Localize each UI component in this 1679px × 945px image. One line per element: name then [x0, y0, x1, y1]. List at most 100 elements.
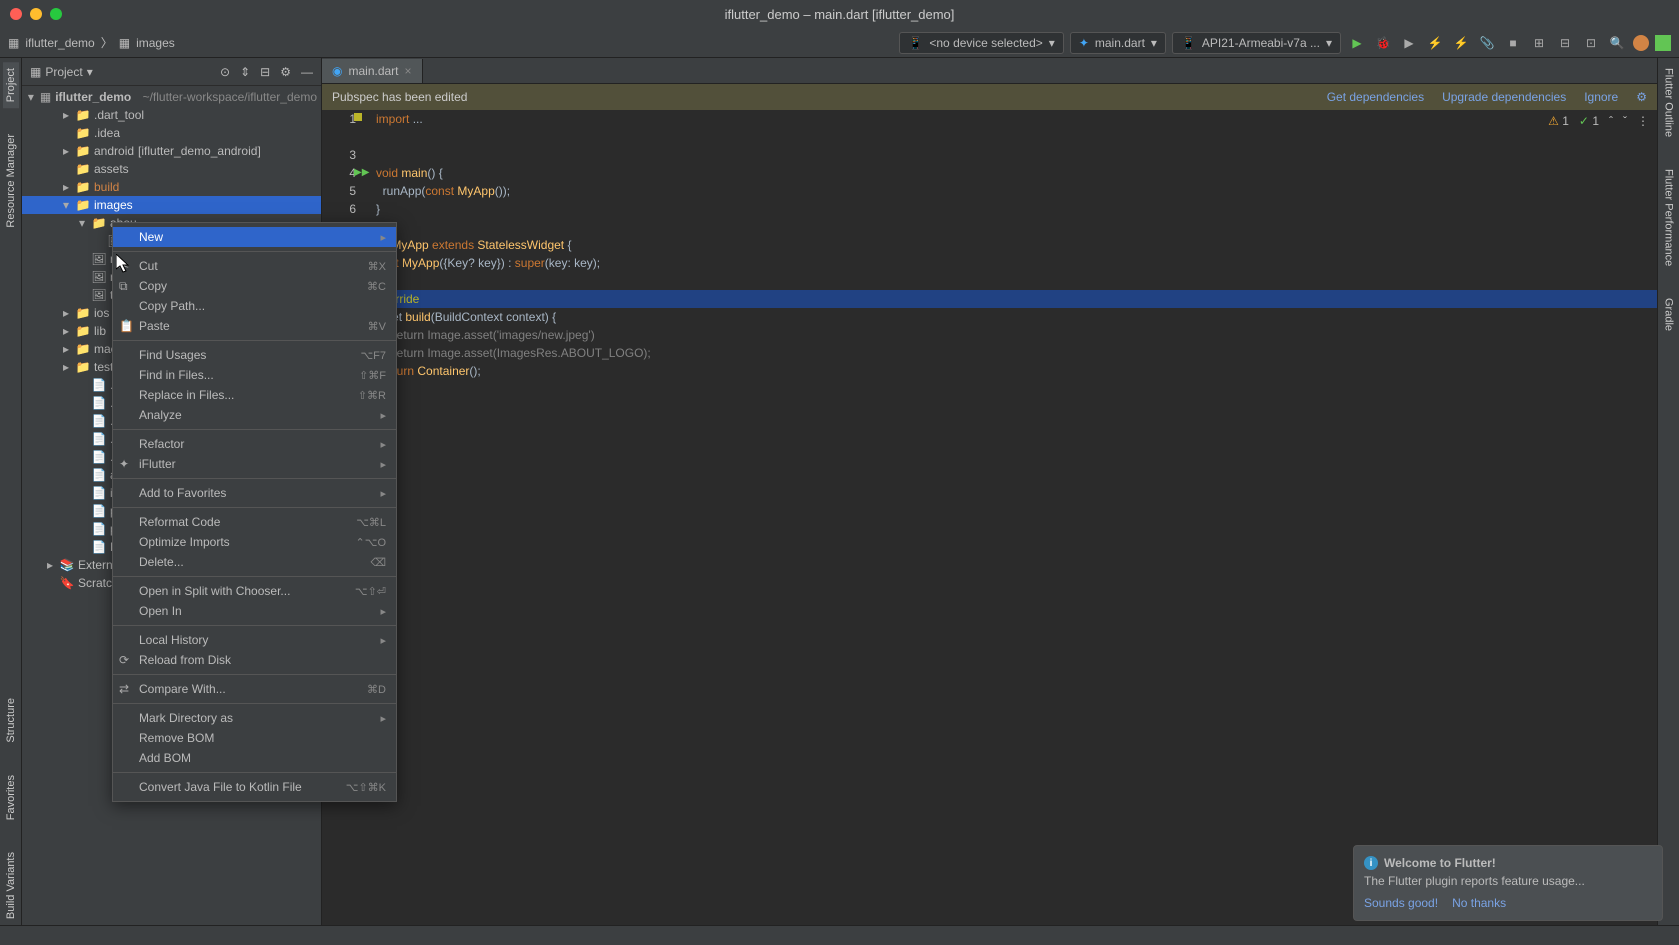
- icon2[interactable]: ⊟: [1555, 33, 1575, 53]
- menu-item[interactable]: Open In▸: [113, 601, 396, 621]
- expand-icon[interactable]: ⇕: [240, 65, 250, 79]
- menu-item[interactable]: Convert Java File to Kotlin File⌥⇧⌘K: [113, 777, 396, 797]
- phone-icon: 📱: [908, 36, 923, 50]
- toolbar: ▦ iflutter_demo 〉 ▦ images 📱 <no device …: [0, 28, 1679, 58]
- phone-icon: 📱: [1181, 36, 1196, 50]
- menu-item[interactable]: ⟳Reload from Disk: [113, 650, 396, 670]
- debug-icon[interactable]: 🐞: [1373, 33, 1393, 53]
- rail-favorites[interactable]: Favorites: [3, 769, 19, 826]
- breadcrumb-folder[interactable]: images: [136, 36, 175, 50]
- menu-item[interactable]: Delete...⌫: [113, 552, 396, 572]
- menu-item[interactable]: 📋Paste⌘V: [113, 316, 396, 336]
- menu-item[interactable]: Analyze▸: [113, 405, 396, 425]
- gear-icon[interactable]: ⚙: [280, 65, 291, 79]
- icon1[interactable]: ⊞: [1529, 33, 1549, 53]
- toolbar-right: 📱 <no device selected> ▾ ✦ main.dart ▾ 📱…: [899, 32, 1671, 54]
- icon3[interactable]: ⊡: [1581, 33, 1601, 53]
- tree-item[interactable]: ▸📁android [iflutter_demo_android]: [22, 142, 321, 160]
- menu-item[interactable]: New▸: [113, 227, 396, 247]
- end-icon[interactable]: [1655, 35, 1671, 51]
- menu-item[interactable]: Replace in Files...⇧⌘R: [113, 385, 396, 405]
- flutter-icon: ✦: [1079, 36, 1089, 50]
- project-icon: ▦: [30, 65, 41, 79]
- tree-item[interactable]: 📁.idea: [22, 124, 321, 142]
- get-deps-link[interactable]: Get dependencies: [1327, 90, 1424, 104]
- rail-structure[interactable]: Structure: [3, 692, 19, 749]
- tree-root[interactable]: ▾▦ iflutter_demo ~/flutter-workspace/ifl…: [22, 88, 321, 106]
- run-config-selector[interactable]: ✦ main.dart ▾: [1070, 32, 1166, 54]
- menu-item[interactable]: ✂Cut⌘X: [113, 256, 396, 276]
- menu-item[interactable]: Open in Split with Chooser...⌥⇧⏎: [113, 581, 396, 601]
- project-icon: ▦: [8, 36, 19, 50]
- menu-item[interactable]: Add to Favorites▸: [113, 483, 396, 503]
- menu-item[interactable]: Remove BOM: [113, 728, 396, 748]
- rail-outline[interactable]: Flutter Outline: [1661, 62, 1677, 143]
- maximize-icon[interactable]: [50, 8, 62, 20]
- menu-item[interactable]: Refactor▸: [113, 434, 396, 454]
- tree-item[interactable]: ▸📁build: [22, 178, 321, 196]
- collapse-icon[interactable]: ⊟: [260, 65, 270, 79]
- menu-item[interactable]: Reformat Code⌥⌘L: [113, 512, 396, 532]
- dart-icon: ◉: [332, 64, 342, 78]
- bottom-bar: [0, 925, 1679, 945]
- upgrade-deps-link[interactable]: Upgrade dependencies: [1442, 90, 1566, 104]
- rail-gradle[interactable]: Gradle: [1661, 292, 1677, 337]
- search-icon[interactable]: 🔍: [1607, 33, 1627, 53]
- close-icon[interactable]: [10, 8, 22, 20]
- select-open-icon[interactable]: ⊙: [220, 65, 230, 79]
- rail-resource[interactable]: Resource Manager: [3, 128, 19, 234]
- tree-item[interactable]: ▾📁images: [22, 196, 321, 214]
- ignore-link[interactable]: Ignore: [1584, 90, 1618, 104]
- gear-icon[interactable]: ⚙: [1636, 90, 1647, 104]
- code-editor[interactable]: ⚠ 1 ✓ 1 ˆ ˇ ⋮ 1 3456 89 1112131415 ▶▶ im…: [322, 110, 1657, 925]
- window-title: iflutter_demo – main.dart [iflutter_demo…: [725, 7, 955, 22]
- menu-item[interactable]: Add BOM: [113, 748, 396, 768]
- chevron-down-icon: ▾: [1326, 36, 1332, 50]
- breadcrumb[interactable]: ▦ iflutter_demo 〉 ▦ images: [8, 34, 175, 51]
- menu-item[interactable]: ⇄Compare With...⌘D: [113, 679, 396, 699]
- left-rail: Project Resource Manager Structure Favor…: [0, 58, 22, 925]
- device-selector[interactable]: 📱 <no device selected> ▾: [899, 32, 1063, 54]
- profile-icon[interactable]: ⚡: [1425, 33, 1445, 53]
- menu-item[interactable]: ⧉Copy⌘C: [113, 276, 396, 296]
- menu-item[interactable]: Find in Files...⇧⌘F: [113, 365, 396, 385]
- rail-perf[interactable]: Flutter Performance: [1661, 163, 1677, 272]
- tree-item[interactable]: ▸📁.dart_tool: [22, 106, 321, 124]
- run-icon[interactable]: ▶: [1347, 33, 1367, 53]
- gutter-square-icon[interactable]: [354, 113, 362, 121]
- coverage-icon[interactable]: ▶: [1399, 33, 1419, 53]
- gutter-run-icon[interactable]: ▶▶: [354, 164, 369, 182]
- chevron-down-icon: ▾: [87, 65, 93, 79]
- menu-item[interactable]: Copy Path...: [113, 296, 396, 316]
- breadcrumb-project[interactable]: iflutter_demo: [25, 36, 94, 50]
- close-icon[interactable]: ×: [405, 64, 412, 78]
- chevron-down-icon: ▾: [1151, 36, 1157, 50]
- minimize-icon[interactable]: [30, 8, 42, 20]
- attach-icon[interactable]: 📎: [1477, 33, 1497, 53]
- sounds-good-link[interactable]: Sounds good!: [1364, 896, 1438, 910]
- pubspec-banner: Pubspec has been edited Get dependencies…: [322, 84, 1657, 110]
- stop-icon[interactable]: ■: [1503, 33, 1523, 53]
- no-thanks-link[interactable]: No thanks: [1452, 896, 1506, 910]
- panel-header: ▦ Project ▾ ⊙ ⇕ ⊟ ⚙ —: [22, 58, 321, 86]
- rail-build[interactable]: Build Variants: [3, 846, 19, 925]
- hide-icon[interactable]: —: [301, 65, 313, 79]
- tree-item[interactable]: 📁assets: [22, 160, 321, 178]
- editor-tabs: ◉ main.dart ×: [322, 58, 1657, 84]
- menu-item[interactable]: Optimize Imports⌃⌥O: [113, 532, 396, 552]
- menu-item[interactable]: ✦iFlutter▸: [113, 454, 396, 474]
- titlebar: iflutter_demo – main.dart [iflutter_demo…: [0, 0, 1679, 28]
- avatar[interactable]: [1633, 35, 1649, 51]
- folder-icon: ▦: [119, 36, 130, 50]
- rail-project[interactable]: Project: [3, 62, 19, 108]
- menu-item[interactable]: Mark Directory as▸: [113, 708, 396, 728]
- right-rail: Flutter Outline Flutter Performance Grad…: [1657, 58, 1679, 925]
- hotreload-icon[interactable]: ⚡: [1451, 33, 1471, 53]
- tab-main-dart[interactable]: ◉ main.dart ×: [322, 59, 423, 83]
- menu-item[interactable]: Local History▸: [113, 630, 396, 650]
- traffic-lights: [0, 8, 62, 20]
- chevron-icon: 〉: [101, 34, 113, 51]
- panel-title[interactable]: ▦ Project ▾: [30, 65, 220, 79]
- target-selector[interactable]: 📱 API21-Armeabi-v7a ... ▾: [1172, 32, 1341, 54]
- menu-item[interactable]: Find Usages⌥F7: [113, 345, 396, 365]
